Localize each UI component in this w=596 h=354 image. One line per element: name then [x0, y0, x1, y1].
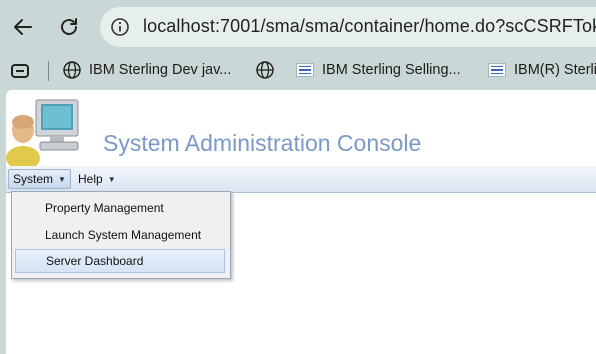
menu-item-launch-system-management[interactable]: Launch System Management	[15, 223, 225, 247]
ibm-icon	[487, 60, 507, 80]
menu-help-label: Help	[78, 172, 103, 186]
menu-system-label: System	[13, 172, 54, 186]
info-icon[interactable]	[110, 17, 130, 37]
bookmark-label: IBM Sterling Selling...	[322, 62, 461, 78]
menu-help[interactable]: Help ▼	[74, 169, 120, 189]
page-title: System Administration Console	[103, 130, 422, 156]
menu-item-property-management[interactable]: Property Management	[15, 196, 225, 220]
menu-item-server-dashboard[interactable]: Server Dashboard	[15, 249, 225, 273]
menu-bar: System ▼ Help ▼	[6, 166, 596, 193]
globe-icon	[62, 60, 82, 80]
bookmark-globe[interactable]	[255, 60, 282, 80]
menu-item-label: Property Management	[45, 201, 164, 215]
reload-icon	[61, 18, 77, 35]
menu-item-label: Server Dashboard	[46, 254, 144, 268]
address-bar[interactable]: localhost:7001/sma/sma/container/home.do…	[100, 7, 596, 47]
bookmark-label: IBM Sterling Dev jav...	[89, 62, 232, 78]
menu-item-label: Launch System Management	[45, 228, 202, 242]
chevron-down-icon: ▼	[58, 174, 66, 184]
ibm-icon	[295, 60, 315, 80]
admin-computer-user-icon	[6, 99, 79, 166]
back-button[interactable]	[8, 10, 38, 44]
chevron-down-icon: ▼	[107, 174, 116, 184]
tab-groups-icon[interactable]	[10, 62, 32, 80]
bookmark-sterling-dev[interactable]: IBM Sterling Dev jav...	[62, 60, 231, 80]
browser-toolbar: localhost:7001/sma/sma/container/home.do…	[0, 0, 596, 54]
reload-button[interactable]	[54, 10, 84, 44]
bookmark-sterling-selling[interactable]: IBM Sterling Selling...	[295, 60, 461, 80]
page-content: System Administration Console System ▼ H…	[6, 90, 596, 354]
bookmark-ibm-sterlin[interactable]: IBM(R) Sterlin	[487, 60, 596, 80]
bookmarks-bar: IBM Sterling Dev jav... IBM Sterling Sel…	[0, 54, 596, 88]
back-arrow-icon	[14, 19, 32, 35]
url-text: localhost:7001/sma/sma/container/home.do…	[143, 16, 596, 36]
globe-icon	[255, 60, 275, 80]
bookmarks-separator	[48, 61, 49, 81]
bookmark-label: IBM(R) Sterlin	[514, 62, 596, 78]
menu-system[interactable]: System ▼	[8, 169, 71, 189]
system-dropdown-menu: Property Management Launch System Manage…	[11, 191, 231, 279]
